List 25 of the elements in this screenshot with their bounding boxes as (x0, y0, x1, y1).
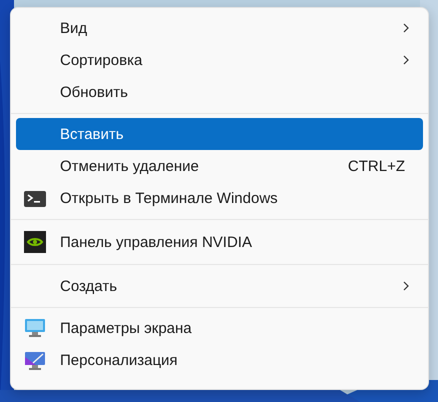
menu-item[interactable]: Вид (16, 12, 423, 44)
menu-item-label: Персонализация (60, 352, 179, 369)
menu-item-label: Отменить удаление (60, 158, 200, 174)
menu-item[interactable]: Создать (16, 269, 423, 303)
menu-item[interactable]: Отменить удаление CTRL+Z (16, 150, 423, 182)
menu-item-label: Обновить (60, 84, 129, 101)
menu-item-label: Открыть в Терминале Windows (60, 190, 279, 207)
menu-item-label: Панель управления NVIDIA (60, 234, 253, 250)
menu-item[interactable]: Сортировка (16, 44, 423, 76)
menu-item-label: Параметры экрана (60, 320, 193, 336)
monitor-brush-icon (24, 350, 46, 370)
menu-item-label: Сортировка (60, 52, 144, 68)
terminal-icon (24, 190, 46, 206)
menu-item[interactable]: Вставить (16, 118, 423, 150)
menu-item[interactable]: Персонализация (16, 344, 423, 377)
menu-item-label: Вид (60, 20, 88, 36)
monitor-icon (24, 318, 46, 338)
shortcut-text: CTRL+Z (348, 158, 405, 174)
menu-item[interactable]: Обновить (16, 76, 423, 109)
eye-logo-icon (24, 231, 46, 253)
menu-item[interactable]: Параметры экрана (16, 312, 423, 344)
menu-item-label: Создать (60, 278, 118, 294)
menu-item[interactable]: Открыть в Терминале Windows (16, 182, 423, 215)
menu-item-label: Вставить (60, 126, 125, 142)
menu-item[interactable]: Панель управления NVIDIA (16, 224, 423, 260)
